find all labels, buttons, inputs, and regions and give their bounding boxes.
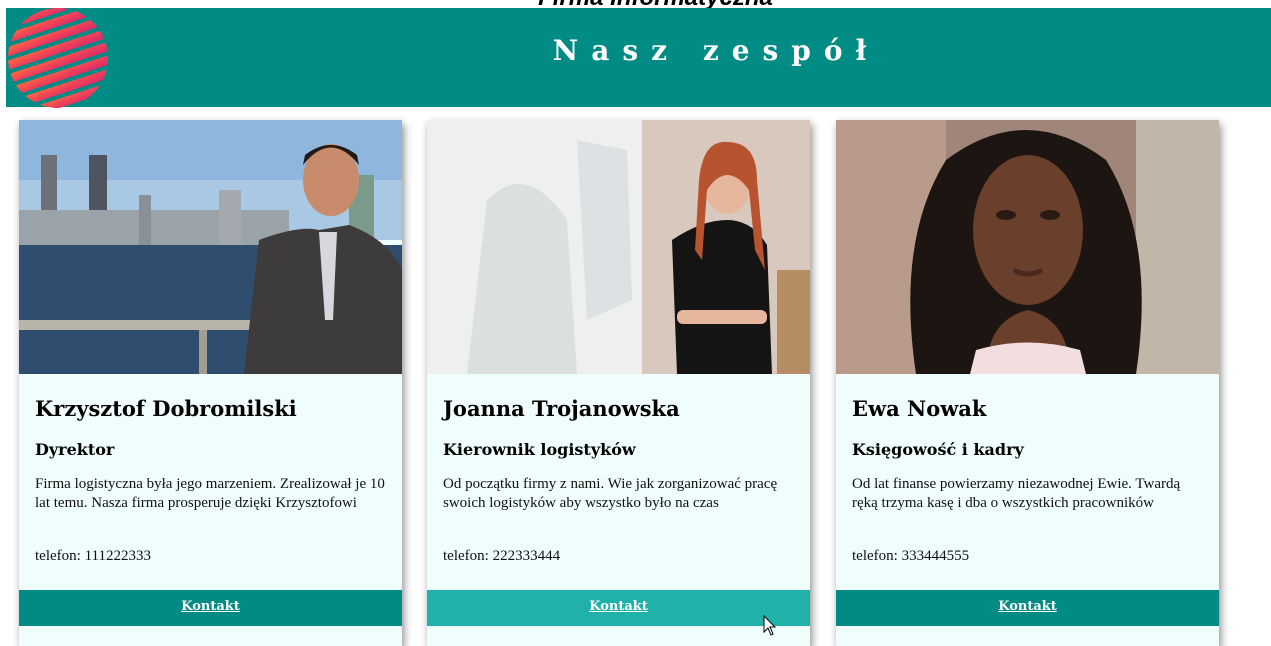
member-phone: telefon: 222333444 [443, 548, 561, 564]
member-phone: telefon: 333444555 [852, 548, 970, 564]
contact-button[interactable]: Kontakt [19, 590, 402, 626]
member-name: Joanna Trojanowska [443, 396, 680, 421]
team-card-krzysztof: Krzysztof Dobromilski Dyrektor Firma log… [19, 120, 402, 646]
site-header: Nasz zespół [6, 6, 1271, 110]
team-card-ewa: Ewa Nowak Księgowość i kadry Od lat fina… [836, 120, 1219, 646]
team-card-joanna: Joanna Trojanowska Kierownik logistyków … [427, 120, 810, 646]
member-description: Od początku firmy z nami. Wie jak zorgan… [443, 476, 778, 511]
member-name: Krzysztof Dobromilski [35, 396, 297, 421]
contact-button[interactable]: Kontakt [427, 590, 810, 626]
member-role: Dyrektor [35, 440, 115, 459]
contact-button[interactable]: Kontakt [836, 590, 1219, 626]
member-description: Od lat finanse powierzamy niezawodnej Ew… [852, 476, 1181, 511]
team-member-photo [427, 120, 810, 374]
team-member-photo [19, 120, 402, 374]
page-heading: Firma Informatyczna [0, 0, 1271, 8]
page-title: Nasz zespół [552, 34, 880, 67]
member-role: Kierownik logistyków [443, 440, 636, 459]
page-heading-cropped: Firma Informatyczna [0, 0, 1271, 8]
member-role: Księgowość i kadry [852, 440, 1024, 459]
member-phone: telefon: 111222333 [35, 548, 151, 564]
team-member-photo [836, 120, 1219, 374]
member-description: Firma logistyczna była jego marzeniem. Z… [35, 476, 385, 511]
mouse-pointer-icon [763, 615, 777, 636]
member-name: Ewa Nowak [852, 396, 987, 421]
